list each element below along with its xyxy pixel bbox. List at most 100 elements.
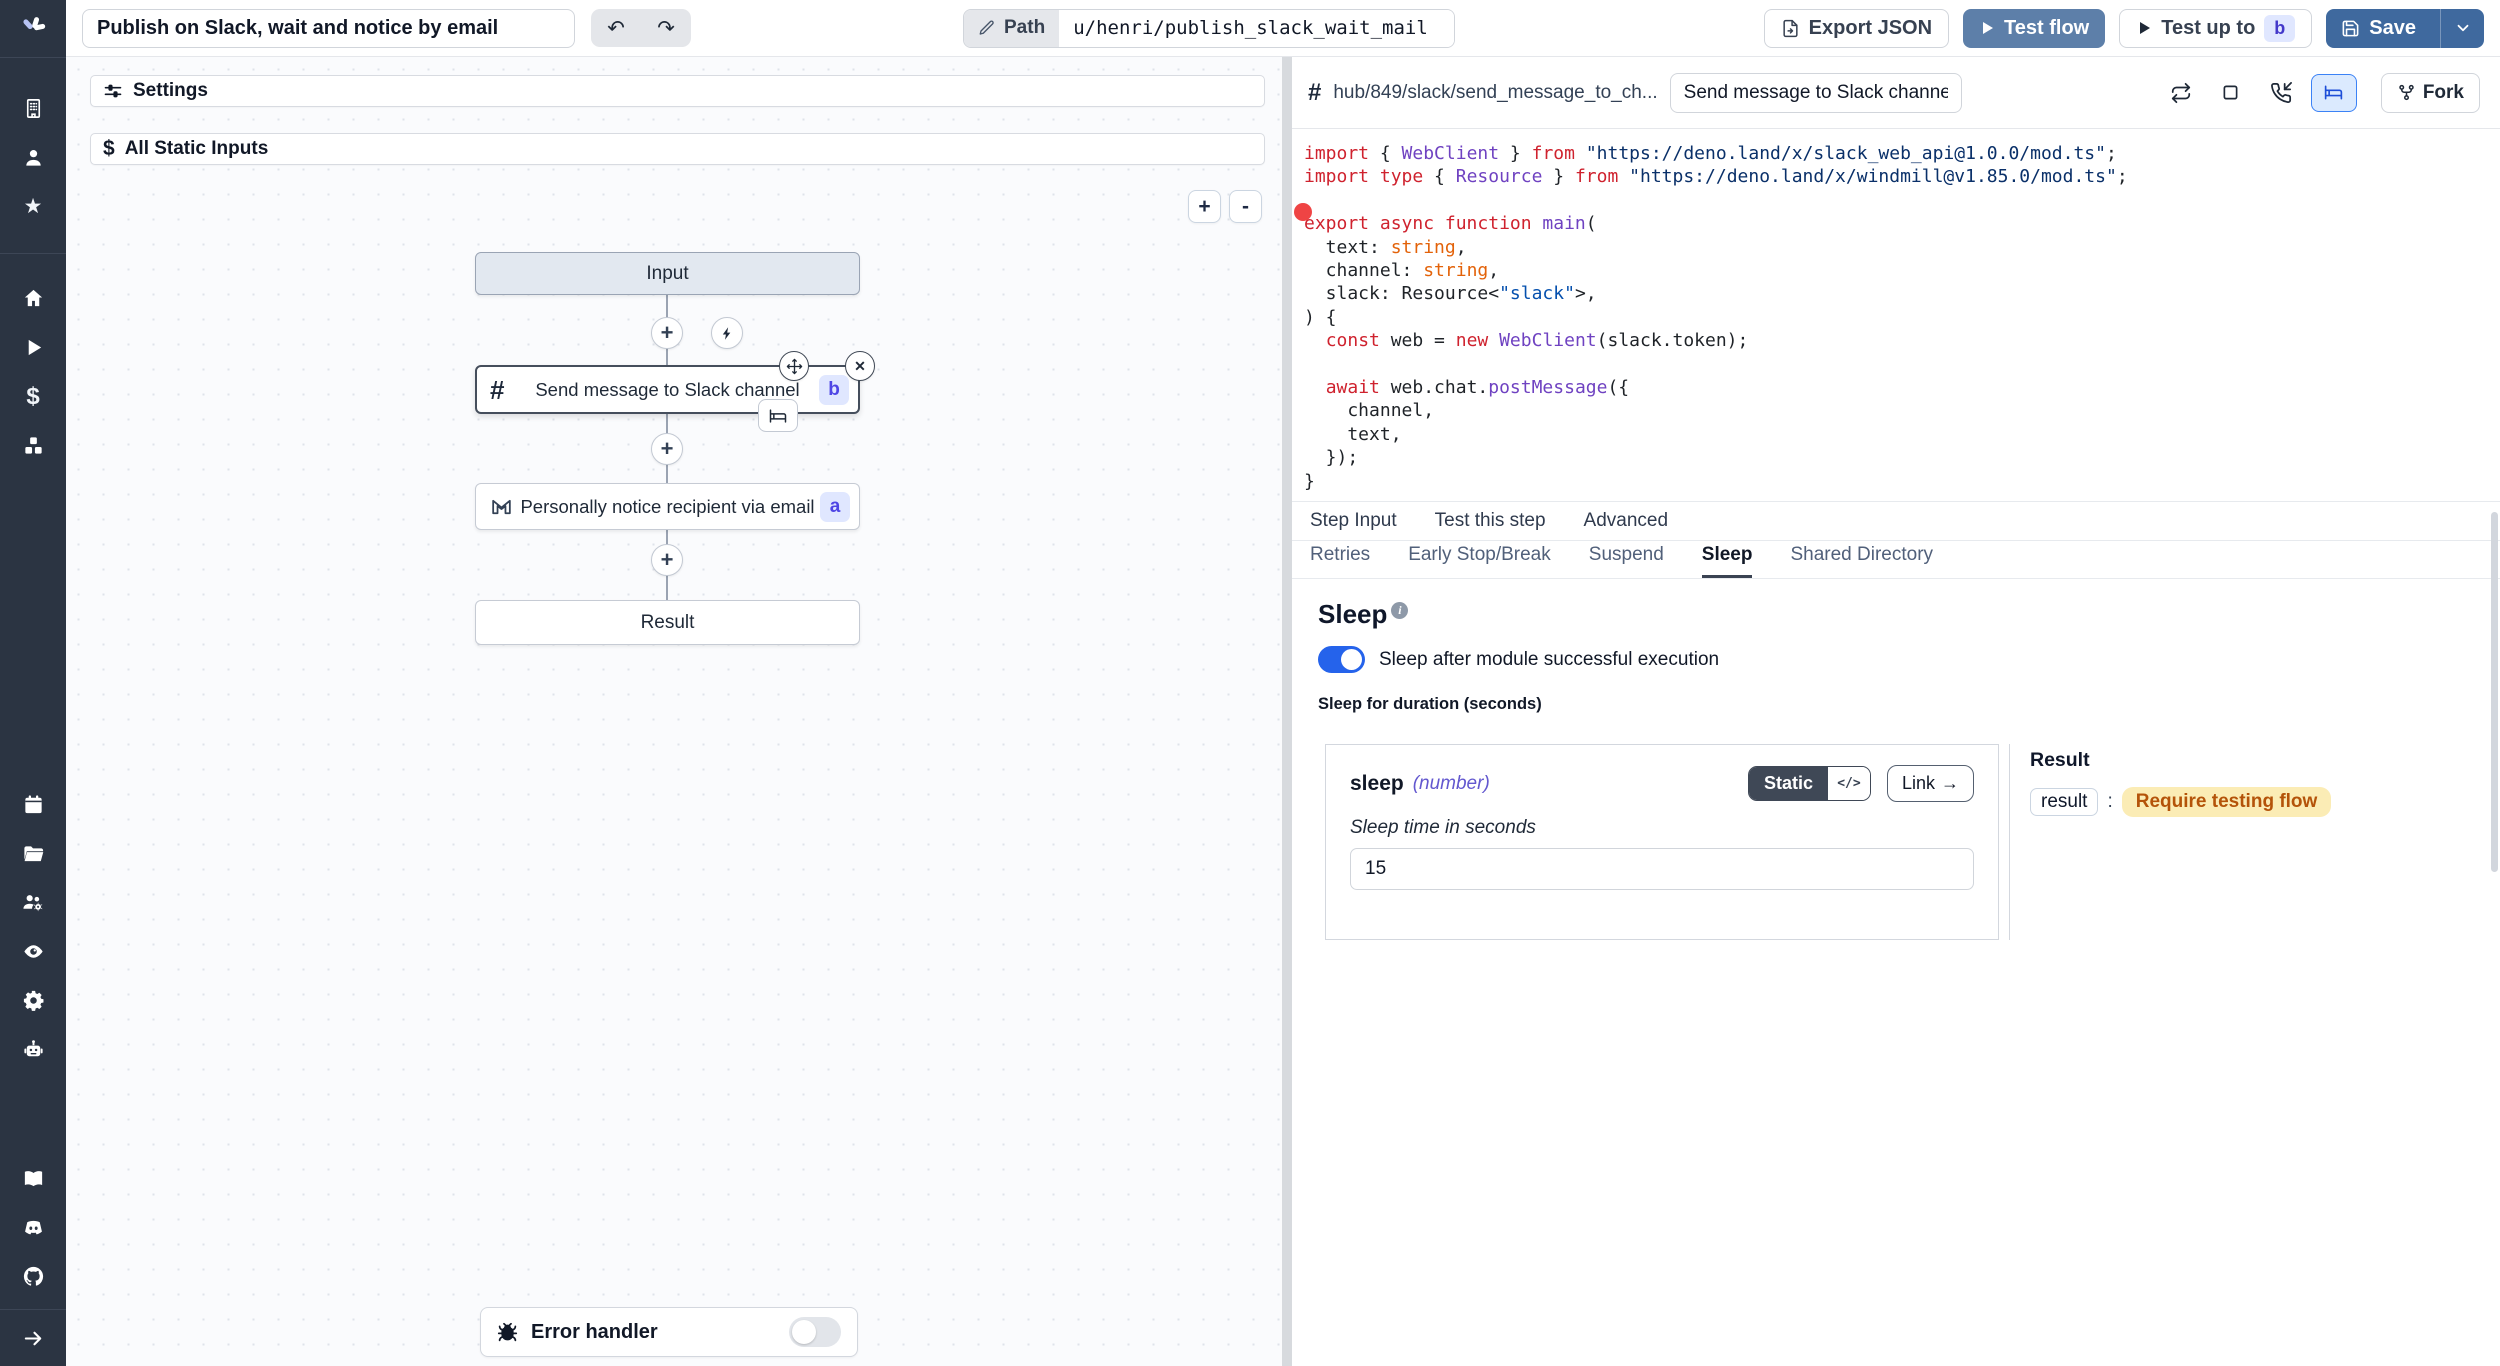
audit-eye-icon[interactable]	[0, 927, 66, 976]
workers-robot-icon[interactable]	[0, 1025, 66, 1074]
code-line: ) {	[1304, 306, 2492, 329]
insert-step-button[interactable]: +	[651, 544, 683, 576]
save-dropdown-button[interactable]	[2440, 9, 2484, 48]
folders-icon[interactable]	[0, 829, 66, 878]
result-key-pill: result	[2030, 788, 2098, 816]
code-line: }	[1304, 470, 2492, 493]
sleep-bed-icon-active[interactable]	[2311, 74, 2357, 112]
result-value-highlight: Require testing flow	[2122, 787, 2332, 817]
suspend-phone-icon[interactable]	[2261, 74, 2301, 112]
export-file-icon	[1781, 19, 1800, 38]
sleep-seconds-input[interactable]	[1350, 848, 1974, 890]
field-type: (number)	[1413, 773, 1490, 795]
sliders-icon	[103, 81, 123, 101]
sidebar: ★ $	[0, 0, 66, 1366]
subtab-sleep[interactable]: Sleep	[1702, 544, 1753, 578]
sleep-enabled-toggle[interactable]	[1318, 646, 1365, 673]
save-button[interactable]: Save	[2326, 9, 2431, 48]
arrows-move-icon	[786, 358, 803, 375]
code-line	[1304, 353, 2492, 376]
early-stop-square-icon[interactable]	[2211, 74, 2251, 112]
static-code-segmented-control: Static </>	[1748, 766, 1871, 801]
test-flow-button[interactable]: Test flow	[1963, 9, 2105, 48]
sleep-toggle-label: Sleep after module successful execution	[1379, 649, 1719, 671]
graph-zoom-out-button[interactable]: -	[1229, 190, 1262, 223]
subtab-suspend[interactable]: Suspend	[1589, 544, 1664, 578]
insert-step-button[interactable]: +	[651, 433, 683, 465]
discord-icon[interactable]	[0, 1203, 66, 1252]
tab-step-input[interactable]: Step Input	[1310, 510, 1397, 532]
code-line: text: string,	[1304, 236, 2492, 259]
step-summary-input[interactable]	[1670, 73, 1962, 113]
topbar: ↶ ↷ Path Export JSON Test flow	[66, 0, 2500, 57]
windmill-logo-icon[interactable]	[0, 0, 66, 57]
move-node-button[interactable]	[779, 351, 809, 381]
groups-users-gear-icon[interactable]	[0, 878, 66, 927]
sidebar-divider	[0, 253, 66, 254]
graph-zoom-in-button[interactable]: +	[1188, 190, 1221, 223]
topbar-actions: Export JSON Test flow Test up to b Save	[1764, 9, 2484, 48]
code-line: channel: string,	[1304, 259, 2492, 282]
sleep-duration-label: Sleep for duration (seconds)	[1318, 695, 2500, 714]
redo-button[interactable]: ↷	[641, 9, 691, 47]
path-label: Path	[964, 10, 1059, 47]
link-button[interactable]: Link →	[1887, 765, 1974, 802]
schedules-calendar-icon[interactable]	[0, 780, 66, 829]
settings-gear-icon[interactable]	[0, 976, 66, 1025]
code-line: import type { Resource } from "https://d…	[1304, 165, 2492, 188]
subtab-retries[interactable]: Retries	[1310, 544, 1370, 578]
github-icon[interactable]	[0, 1252, 66, 1301]
static-mode-button[interactable]: Static	[1749, 767, 1828, 800]
code-line: const web = new WebClient(slack.token);	[1304, 329, 2492, 352]
pencil-icon	[978, 19, 996, 37]
all-static-inputs-bar[interactable]: $ All Static Inputs	[90, 133, 1265, 165]
sleep-tab-content: Sleep i Sleep after module successful ex…	[1292, 579, 2500, 1366]
info-icon[interactable]: i	[1391, 602, 1408, 619]
user-icon[interactable]	[0, 133, 66, 182]
docs-book-icon[interactable]	[0, 1154, 66, 1203]
bug-icon	[497, 1322, 518, 1343]
subtab-shared-directory[interactable]: Shared Directory	[1790, 544, 1933, 578]
flow-node-result[interactable]: Result	[475, 600, 860, 645]
flow-node-email[interactable]: Personally notice recipient via email a	[475, 483, 860, 530]
code-line: await web.chat.postMessage({	[1304, 376, 2492, 399]
tab-advanced[interactable]: Advanced	[1584, 510, 1669, 532]
trigger-bolt-icon[interactable]	[711, 317, 743, 349]
app-window: ★ $	[0, 0, 2500, 1366]
error-handler-bar[interactable]: Error handler	[480, 1307, 858, 1357]
flow-title-input[interactable]	[82, 9, 575, 48]
panel-splitter[interactable]	[1282, 57, 1292, 1366]
flow-settings-bar[interactable]: Settings	[90, 75, 1265, 107]
code-mode-button[interactable]: </>	[1828, 767, 1870, 800]
test-up-to-button[interactable]: Test up to b	[2119, 9, 2312, 48]
error-handler-toggle[interactable]	[789, 1317, 841, 1347]
home-icon[interactable]	[0, 274, 66, 323]
resources-boxes-icon[interactable]	[0, 421, 66, 470]
sleep-bed-icon[interactable]	[758, 399, 798, 432]
field-name: sleep	[1350, 772, 1404, 796]
code-editor[interactable]: import { WebClient } from "https://deno.…	[1292, 129, 2500, 501]
flow-node-input[interactable]: Input	[475, 252, 860, 295]
step-id-badge: a	[820, 492, 850, 522]
delete-node-button[interactable]: ✕	[845, 351, 875, 381]
undo-redo-group: ↶ ↷	[591, 9, 691, 47]
fork-button[interactable]: Fork	[2381, 73, 2480, 113]
save-floppy-icon	[2341, 19, 2360, 38]
subtab-early-stop[interactable]: Early Stop/Break	[1408, 544, 1551, 578]
workspace-building-icon[interactable]	[0, 84, 66, 133]
code-line: text,	[1304, 423, 2492, 446]
insert-step-button[interactable]: +	[651, 317, 683, 349]
variables-dollar-icon[interactable]: $	[0, 372, 66, 421]
assistant-status-ball[interactable]	[1294, 203, 1312, 221]
runs-play-icon[interactable]	[0, 323, 66, 372]
undo-button[interactable]: ↶	[591, 9, 641, 47]
tab-test-this-step[interactable]: Test this step	[1435, 510, 1546, 532]
expand-sidebar-arrow-icon[interactable]	[0, 1310, 66, 1366]
export-json-button[interactable]: Export JSON	[1764, 9, 1949, 48]
retries-repeat-icon[interactable]	[2161, 74, 2201, 112]
path-input[interactable]	[1059, 10, 1454, 47]
scrollbar-thumb[interactable]	[2491, 512, 2498, 872]
favorites-star-icon[interactable]: ★	[0, 182, 66, 231]
step-id-badge: b	[819, 375, 849, 405]
result-colon: :	[2107, 791, 2112, 813]
